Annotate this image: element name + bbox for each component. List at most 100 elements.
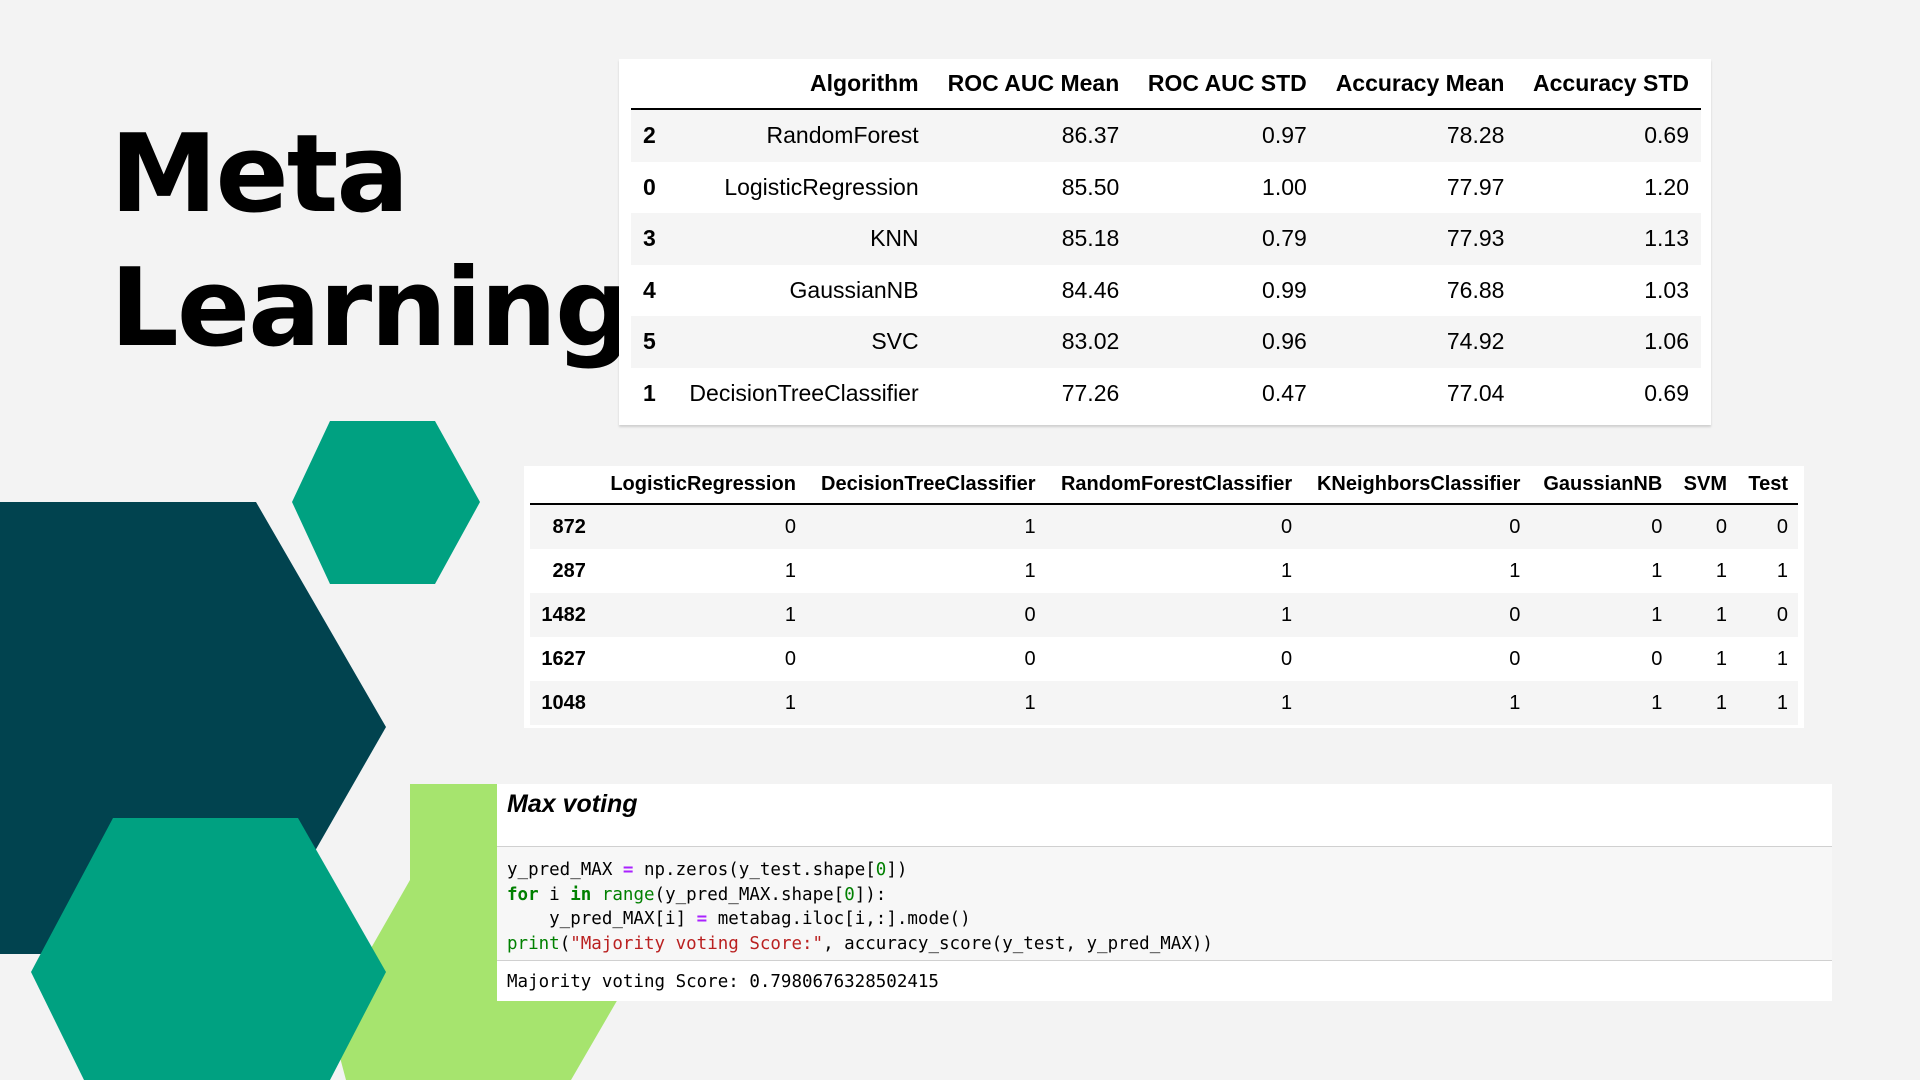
value-cell: 1 (1715, 603, 1728, 626)
code-line: y_pred_MAX = np.zeros(y_test.shape[0]) (507, 858, 1822, 883)
header-logistic-regression: LogisticRegression (595, 466, 806, 505)
code-token: i (538, 884, 571, 905)
header-accuracy-std: Accuracy STD (1516, 59, 1701, 110)
value-cell: 74.92 (1446, 328, 1505, 355)
header-svm: SVM (1672, 466, 1738, 505)
code-token: ]) (886, 860, 908, 880)
value-cell: 0.97 (1262, 122, 1307, 149)
value-cell: 1 (784, 559, 796, 582)
code-line: print("Majority voting Score:", accuracy… (507, 932, 1822, 957)
value-cell: 77.97 (1446, 173, 1505, 200)
predictions-panel: LogisticRegression DecisionTreeClassifie… (524, 466, 1804, 728)
value-cell: 1 (1651, 603, 1663, 626)
header-gaussian-nb: GaussianNB (1530, 466, 1673, 505)
header-kneighbors: KNeighborsClassifier (1302, 466, 1531, 505)
value-cell: 0 (1281, 515, 1293, 538)
row-index: 1 (643, 379, 656, 406)
slide-title: Meta Learning (110, 108, 632, 376)
row-index: 1627 (541, 647, 586, 670)
value-cell: 1.20 (1644, 173, 1689, 200)
header-test: Test (1737, 466, 1798, 505)
row-index: 872 (552, 515, 586, 538)
value-cell: 1 (1651, 559, 1663, 582)
value-cell: 0 (1651, 515, 1663, 538)
code-token: np.zeros(y_test.shape[ (633, 860, 876, 880)
table-row: 2 RandomForest 86.37 0.97 78.28 0.69 (631, 109, 1701, 162)
value-cell: 1 (1509, 559, 1521, 582)
code-token: y_pred_MAX[i] (507, 909, 697, 929)
value-cell: 0 (1024, 603, 1036, 626)
value-cell: 1 (784, 691, 796, 714)
title-line-1: Meta (110, 112, 409, 237)
code-block[interactable]: y_pred_MAX = np.zeros(y_test.shape[0]) fo… (497, 846, 1832, 961)
value-cell: 1.13 (1644, 225, 1689, 252)
header-index (631, 59, 671, 110)
value-cell: 1.00 (1262, 173, 1307, 200)
row-index: 4 (643, 276, 656, 303)
notebook-cell: Max voting y_pred_MAX = np.zeros(y_test.… (497, 784, 1832, 1001)
code-token: print (507, 933, 560, 954)
value-cell: 0.47 (1262, 379, 1307, 406)
cell-heading: Max voting (507, 790, 638, 818)
value-cell: 1.03 (1644, 276, 1689, 303)
algorithm-cell: GaussianNB (789, 276, 919, 303)
code-token: ( (559, 933, 571, 954)
value-cell: 0 (1024, 647, 1036, 670)
value-cell: 83.02 (1061, 328, 1120, 355)
table-row: 872 0 1 0 0 0 0 0 (530, 504, 1798, 549)
value-cell: 1 (1776, 559, 1788, 582)
header-accuracy-mean: Accuracy Mean (1318, 59, 1517, 110)
value-cell: 0.69 (1644, 379, 1689, 406)
table-row: 1627 0 0 0 0 0 1 1 (530, 637, 1798, 681)
value-cell: 0.96 (1262, 328, 1307, 355)
table-row: 1 DecisionTreeClassifier 77.26 0.47 77.0… (631, 368, 1701, 420)
row-index: 2 (643, 122, 656, 149)
value-cell: 1 (1715, 647, 1728, 670)
code-token: 0 (844, 884, 855, 905)
header-roc-auc-mean: ROC AUC Mean (930, 59, 1132, 110)
value-cell: 1 (1651, 691, 1663, 714)
row-index: 3 (643, 225, 656, 252)
code-token: 0 (875, 860, 887, 880)
code-token: y_pred_MAX (507, 860, 623, 880)
row-index: 0 (643, 173, 656, 200)
value-cell: 0 (784, 647, 796, 670)
value-cell: 77.93 (1446, 225, 1505, 252)
value-cell: 1 (1281, 559, 1293, 582)
value-cell: 1 (1509, 691, 1521, 714)
code-token: for (507, 884, 539, 905)
header-roc-auc-std: ROC AUC STD (1131, 59, 1319, 110)
code-token: = (696, 909, 708, 929)
algorithm-results-table: Algorithm ROC AUC Mean ROC AUC STD Accur… (631, 59, 1701, 419)
code-token: metabag.iloc[i,:].mode() (707, 909, 971, 929)
value-cell: 84.46 (1061, 276, 1120, 303)
header-decision-tree: DecisionTreeClassifier (805, 466, 1046, 505)
table-row: 287 1 1 1 1 1 1 1 (530, 549, 1798, 593)
code-token: ]): (854, 884, 887, 905)
value-cell: 77.04 (1446, 379, 1505, 406)
value-cell: 1 (1281, 603, 1293, 626)
code-token: , accuracy_score(y_test, y_pred_MAX)) (823, 933, 1213, 954)
algorithm-cell: KNN (870, 225, 919, 252)
value-cell: 0 (1715, 515, 1728, 538)
table-row: 5 SVC 83.02 0.96 74.92 1.06 (631, 316, 1701, 368)
code-token: range (601, 884, 655, 905)
value-cell: 0 (1651, 647, 1663, 670)
algorithm-cell: SVC (871, 328, 919, 355)
value-cell: 0 (1509, 515, 1521, 538)
predictions-table: LogisticRegression DecisionTreeClassifie… (530, 466, 1798, 725)
table-row: 0 LogisticRegression 85.50 1.00 77.97 1.… (631, 162, 1701, 214)
header-algorithm: Algorithm (671, 59, 931, 110)
value-cell: 0.69 (1644, 122, 1689, 149)
code-line: y_pred_MAX[i] = metabag.iloc[i,:].mode() (507, 907, 1822, 932)
value-cell: 0 (1509, 603, 1521, 626)
table-row: 1048 1 1 1 1 1 1 1 (530, 681, 1798, 725)
value-cell: 0 (784, 515, 796, 538)
value-cell: 76.88 (1446, 276, 1505, 303)
table-row: 3 KNN 85.18 0.79 77.93 1.13 (631, 213, 1701, 265)
value-cell: 1 (1715, 559, 1728, 582)
code-token: in (570, 884, 592, 905)
value-cell: 0.99 (1262, 276, 1307, 303)
table-header-row: LogisticRegression DecisionTreeClassifie… (530, 466, 1798, 505)
